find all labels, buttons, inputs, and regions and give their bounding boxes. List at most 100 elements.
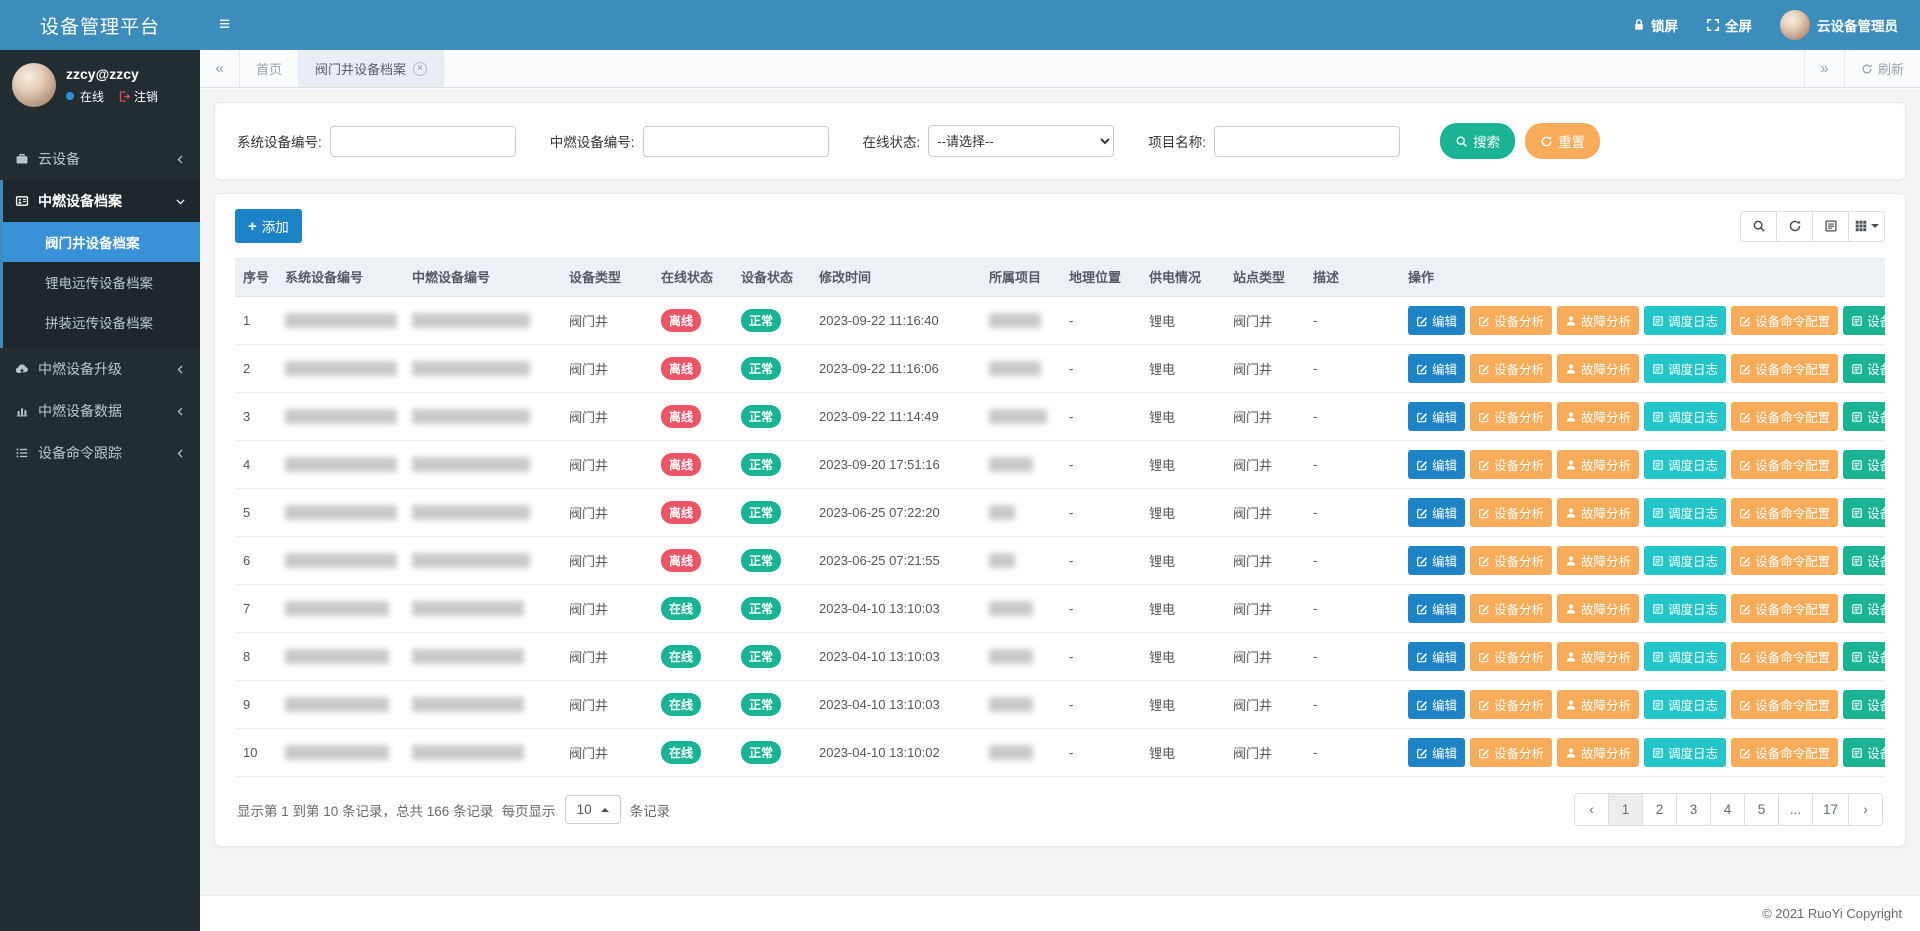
row-action-edit[interactable]: 编辑 [1408, 402, 1465, 431]
add-button[interactable]: + 添加 [235, 209, 302, 243]
row-action-device-info[interactable]: 设备信息 [1843, 642, 1885, 671]
row-action-device-command-config[interactable]: 设备命令配置 [1731, 354, 1838, 383]
row-action-device-info[interactable]: 设备信息 [1843, 498, 1885, 527]
row-action-device-command-config[interactable]: 设备命令配置 [1731, 450, 1838, 479]
sidebar-item-link[interactable]: 云设备 [3, 138, 200, 180]
table-view-toggle-button[interactable] [1812, 211, 1849, 242]
row-action-device-analysis[interactable]: 设备分析 [1470, 450, 1552, 479]
row-action-device-command-config[interactable]: 设备命令配置 [1731, 498, 1838, 527]
row-action-device-info[interactable]: 设备信息 [1843, 306, 1885, 335]
row-action-device-command-config[interactable]: 设备命令配置 [1731, 642, 1838, 671]
tab-close-icon[interactable]: × [413, 62, 427, 76]
online-status-select[interactable]: --请选择-- [928, 125, 1114, 157]
row-action-device-analysis[interactable]: 设备分析 [1470, 738, 1552, 767]
row-action-device-analysis[interactable]: 设备分析 [1470, 402, 1552, 431]
row-action-edit[interactable]: 编辑 [1408, 450, 1465, 479]
row-action-edit[interactable]: 编辑 [1408, 498, 1465, 527]
row-action-device-command-config[interactable]: 设备命令配置 [1731, 738, 1838, 767]
fullscreen-button[interactable]: 全屏 [1706, 15, 1752, 35]
logout-link[interactable]: 注销 [118, 88, 158, 105]
column-header[interactable]: 站点类型 [1225, 257, 1305, 297]
search-text-input[interactable] [643, 126, 829, 157]
page-number-button[interactable]: 1 [1608, 793, 1643, 826]
row-action-device-command-config[interactable]: 设备命令配置 [1731, 402, 1838, 431]
page-number-button[interactable]: 3 [1676, 793, 1711, 826]
row-action-device-analysis[interactable]: 设备分析 [1470, 642, 1552, 671]
row-action-dispatch-log[interactable]: 调度日志 [1644, 690, 1726, 719]
row-action-dispatch-log[interactable]: 调度日志 [1644, 738, 1726, 767]
sidebar-subitem[interactable]: 锂电远传设备档案 [3, 262, 200, 302]
row-action-device-analysis[interactable]: 设备分析 [1470, 594, 1552, 623]
column-header[interactable]: 供电情况 [1141, 257, 1225, 297]
page-number-button[interactable]: 5 [1744, 793, 1779, 826]
tab-item[interactable]: 阀门井设备档案× [299, 50, 444, 87]
row-action-dispatch-log[interactable]: 调度日志 [1644, 498, 1726, 527]
row-action-dispatch-log[interactable]: 调度日志 [1644, 450, 1726, 479]
row-action-device-info[interactable]: 设备信息 [1843, 450, 1885, 479]
row-action-dispatch-log[interactable]: 调度日志 [1644, 594, 1726, 623]
row-action-fault-analysis[interactable]: 故障分析 [1557, 642, 1639, 671]
column-header[interactable]: 修改时间 [811, 257, 981, 297]
tab-item[interactable]: 首页 [240, 50, 299, 87]
hamburger-menu-icon[interactable]: ≡ [200, 14, 249, 36]
row-action-dispatch-log[interactable]: 调度日志 [1644, 402, 1726, 431]
row-action-device-command-config[interactable]: 设备命令配置 [1731, 546, 1838, 575]
page-prev-button[interactable]: ‹ [1574, 793, 1609, 826]
sidebar-subitem[interactable]: 阀门井设备档案 [3, 222, 200, 262]
row-action-fault-analysis[interactable]: 故障分析 [1557, 402, 1639, 431]
row-action-dispatch-log[interactable]: 调度日志 [1644, 546, 1726, 575]
sidebar-item-link[interactable]: 中燃设备升级 [3, 348, 200, 390]
row-action-device-analysis[interactable]: 设备分析 [1470, 306, 1552, 335]
row-action-edit[interactable]: 编辑 [1408, 354, 1465, 383]
row-action-dispatch-log[interactable]: 调度日志 [1644, 354, 1726, 383]
row-action-device-command-config[interactable]: 设备命令配置 [1731, 690, 1838, 719]
tabs-scroll-right-icon[interactable]: » [1804, 50, 1844, 87]
table-search-toggle-button[interactable] [1740, 211, 1777, 242]
row-action-device-command-config[interactable]: 设备命令配置 [1731, 306, 1838, 335]
row-action-fault-analysis[interactable]: 故障分析 [1557, 450, 1639, 479]
search-text-input[interactable] [1214, 126, 1400, 157]
column-header[interactable]: 序号 [235, 257, 277, 297]
row-action-device-info[interactable]: 设备信息 [1843, 546, 1885, 575]
tabs-scroll-left-icon[interactable]: « [200, 50, 240, 87]
row-action-fault-analysis[interactable]: 故障分析 [1557, 546, 1639, 575]
page-size-dropdown[interactable]: 10 [565, 795, 621, 824]
row-action-edit[interactable]: 编辑 [1408, 690, 1465, 719]
row-action-device-info[interactable]: 设备信息 [1843, 690, 1885, 719]
sidebar-item-link[interactable]: 中燃设备档案 [3, 180, 200, 222]
tab-refresh-button[interactable]: 刷新 [1844, 50, 1920, 87]
row-action-fault-analysis[interactable]: 故障分析 [1557, 306, 1639, 335]
column-header[interactable]: 设备状态 [733, 257, 811, 297]
row-action-edit[interactable]: 编辑 [1408, 306, 1465, 335]
row-action-device-analysis[interactable]: 设备分析 [1470, 354, 1552, 383]
column-header[interactable]: 地理位置 [1061, 257, 1141, 297]
row-action-edit[interactable]: 编辑 [1408, 738, 1465, 767]
lock-screen-button[interactable]: 锁屏 [1632, 15, 1678, 35]
table-refresh-button[interactable] [1776, 211, 1813, 242]
sidebar-item-link[interactable]: 中燃设备数据 [3, 390, 200, 432]
row-action-fault-analysis[interactable]: 故障分析 [1557, 690, 1639, 719]
page-number-button[interactable]: ... [1778, 793, 1813, 826]
row-action-edit[interactable]: 编辑 [1408, 546, 1465, 575]
sidebar-item-link[interactable]: 设备命令跟踪 [3, 432, 200, 474]
column-header[interactable]: 在线状态 [653, 257, 733, 297]
row-action-fault-analysis[interactable]: 故障分析 [1557, 738, 1639, 767]
table-columns-button[interactable] [1848, 211, 1885, 242]
row-action-device-info[interactable]: 设备信息 [1843, 738, 1885, 767]
row-action-device-info[interactable]: 设备信息 [1843, 354, 1885, 383]
row-action-device-info[interactable]: 设备信息 [1843, 594, 1885, 623]
row-action-fault-analysis[interactable]: 故障分析 [1557, 594, 1639, 623]
column-header[interactable]: 系统设备编号 [277, 257, 404, 297]
row-action-device-analysis[interactable]: 设备分析 [1470, 498, 1552, 527]
column-header[interactable]: 设备类型 [561, 257, 653, 297]
reset-button[interactable]: 重置 [1525, 123, 1600, 159]
page-next-button[interactable]: › [1848, 793, 1883, 826]
row-action-device-analysis[interactable]: 设备分析 [1470, 690, 1552, 719]
column-header[interactable]: 所属项目 [981, 257, 1061, 297]
row-action-dispatch-log[interactable]: 调度日志 [1644, 642, 1726, 671]
column-header[interactable]: 中燃设备编号 [404, 257, 561, 297]
row-action-device-command-config[interactable]: 设备命令配置 [1731, 594, 1838, 623]
row-action-device-analysis[interactable]: 设备分析 [1470, 546, 1552, 575]
row-action-fault-analysis[interactable]: 故障分析 [1557, 498, 1639, 527]
search-button[interactable]: 搜索 [1440, 123, 1515, 159]
